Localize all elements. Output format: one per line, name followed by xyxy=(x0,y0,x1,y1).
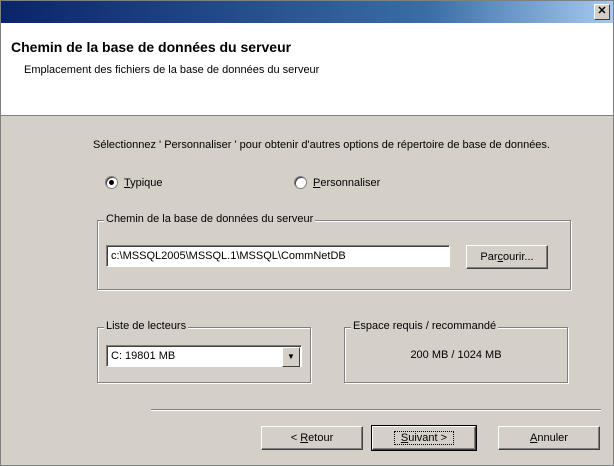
space-group-label: Espace requis / recommandé xyxy=(351,320,499,332)
close-button[interactable]: ✕ xyxy=(594,4,610,20)
divider xyxy=(151,409,601,411)
drives-select[interactable]: C: 19801 MB ▼ xyxy=(106,345,302,367)
cancel-button[interactable]: Annuler xyxy=(498,426,600,450)
db-path-group: Chemin de la base de données du serveur … xyxy=(97,213,571,290)
space-group: Espace requis / recommandé 200 MB / 1024… xyxy=(344,320,568,383)
db-path-input[interactable]: c:\MSSQL2005\MSSQL.1\MSSQL\CommNetDB xyxy=(106,245,450,267)
space-value: 200 MB / 1024 MB xyxy=(410,349,502,361)
setup-dialog: ✕ Chemin de la base de données du serveu… xyxy=(0,0,614,466)
radio-personnaliser[interactable]: Personnaliser xyxy=(294,176,380,189)
radio-typique[interactable]: Typique xyxy=(105,176,163,189)
title-bar: ✕ xyxy=(1,1,613,23)
drives-group: Liste de lecteurs C: 19801 MB ▼ xyxy=(97,320,311,383)
radio-typique-label: Typique xyxy=(124,176,163,189)
next-button[interactable]: Suivant > xyxy=(371,425,477,451)
radio-dot-selected[interactable] xyxy=(105,176,118,189)
drives-select-value: C: 19801 MB xyxy=(111,350,176,362)
header-panel: Chemin de la base de données du serveur … xyxy=(1,23,613,116)
page-subtitle: Emplacement des fichiers de la base de d… xyxy=(24,64,320,76)
browse-button[interactable]: Parcourir... xyxy=(466,245,548,269)
radio-personnaliser-label: Personnaliser xyxy=(313,176,381,189)
close-icon: ✕ xyxy=(597,5,607,17)
intro-text: Sélectionnez ' Personnaliser ' pour obte… xyxy=(93,139,550,151)
back-button[interactable]: < Retour xyxy=(261,426,363,450)
dialog-body: Sélectionnez ' Personnaliser ' pour obte… xyxy=(1,116,613,465)
page-title: Chemin de la base de données du serveur xyxy=(11,39,292,55)
radio-dot[interactable] xyxy=(294,176,307,189)
chevron-down-icon[interactable]: ▼ xyxy=(282,347,300,367)
db-path-group-label: Chemin de la base de données du serveur xyxy=(104,213,316,225)
drives-group-label: Liste de lecteurs xyxy=(104,320,189,332)
